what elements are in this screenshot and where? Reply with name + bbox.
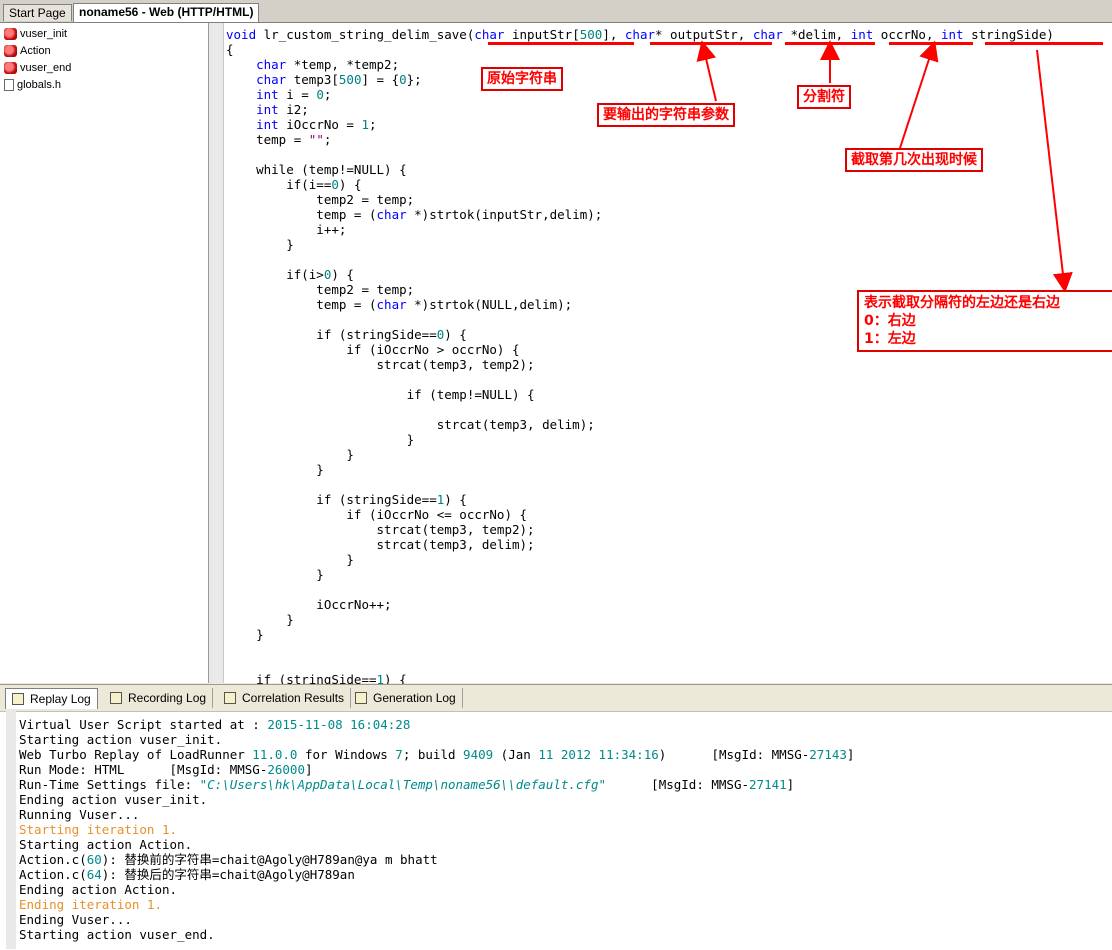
note-occurrence: 截取第几次出现时候 [845, 148, 983, 172]
log-tab-bar: Replay Log Recording Log Correlation Res… [0, 684, 1112, 712]
note-output-param: 要输出的字符串参数 [597, 103, 735, 127]
correlation-icon [224, 692, 236, 704]
log-line: Starting action Action. [19, 837, 193, 852]
note-delimiter: 分割符 [797, 85, 851, 109]
log-line: Run Mode: HTML [MsgId: MMSG-26000] [19, 762, 313, 777]
log-line: Ending iteration 1. [19, 897, 162, 912]
log-line: Ending action vuser_init. [19, 792, 208, 807]
arrow-occr [899, 40, 939, 149]
log-line: Ending Vuser... [19, 912, 132, 927]
generation-log-icon [355, 692, 367, 704]
log-gutter [6, 711, 16, 949]
note-input-string: 原始字符串 [481, 67, 563, 91]
recording-log-icon [110, 692, 122, 704]
log-line: Action.c(60): 替换前的字符串=chait@Agoly@H789an… [19, 852, 438, 867]
log-line: Starting action vuser_end. [19, 927, 215, 942]
log-line: Virtual User Script started at : 2015-11… [19, 717, 411, 732]
log-line: Starting iteration 1. [19, 822, 178, 837]
log-line: Running Vuser... [19, 807, 140, 822]
replay-log-icon [12, 693, 24, 705]
tab-replay-log[interactable]: Replay Log [5, 688, 98, 709]
note-string-side: 表示截取分隔符的左边还是右边 0：右边 1：左边 [857, 290, 1112, 352]
tab-correlation-results[interactable]: Correlation Results [218, 688, 352, 708]
log-line: Starting action vuser_init. [19, 732, 223, 747]
log-line: Run-Time Settings file: "C:\Users\hk\App… [19, 777, 795, 792]
tab-generation-log[interactable]: Generation Log [349, 688, 463, 708]
arrow-output [696, 40, 717, 102]
tab-recording-log[interactable]: Recording Log [104, 688, 214, 708]
arrow-side [1036, 49, 1073, 293]
log-line: Action.c(64): 替换后的字符串=chait@Agoly@H789an [19, 867, 355, 882]
log-line: Ending action Action. [19, 882, 178, 897]
log-line: Web Turbo Replay of LoadRunner 11.0.0 fo… [19, 747, 855, 762]
